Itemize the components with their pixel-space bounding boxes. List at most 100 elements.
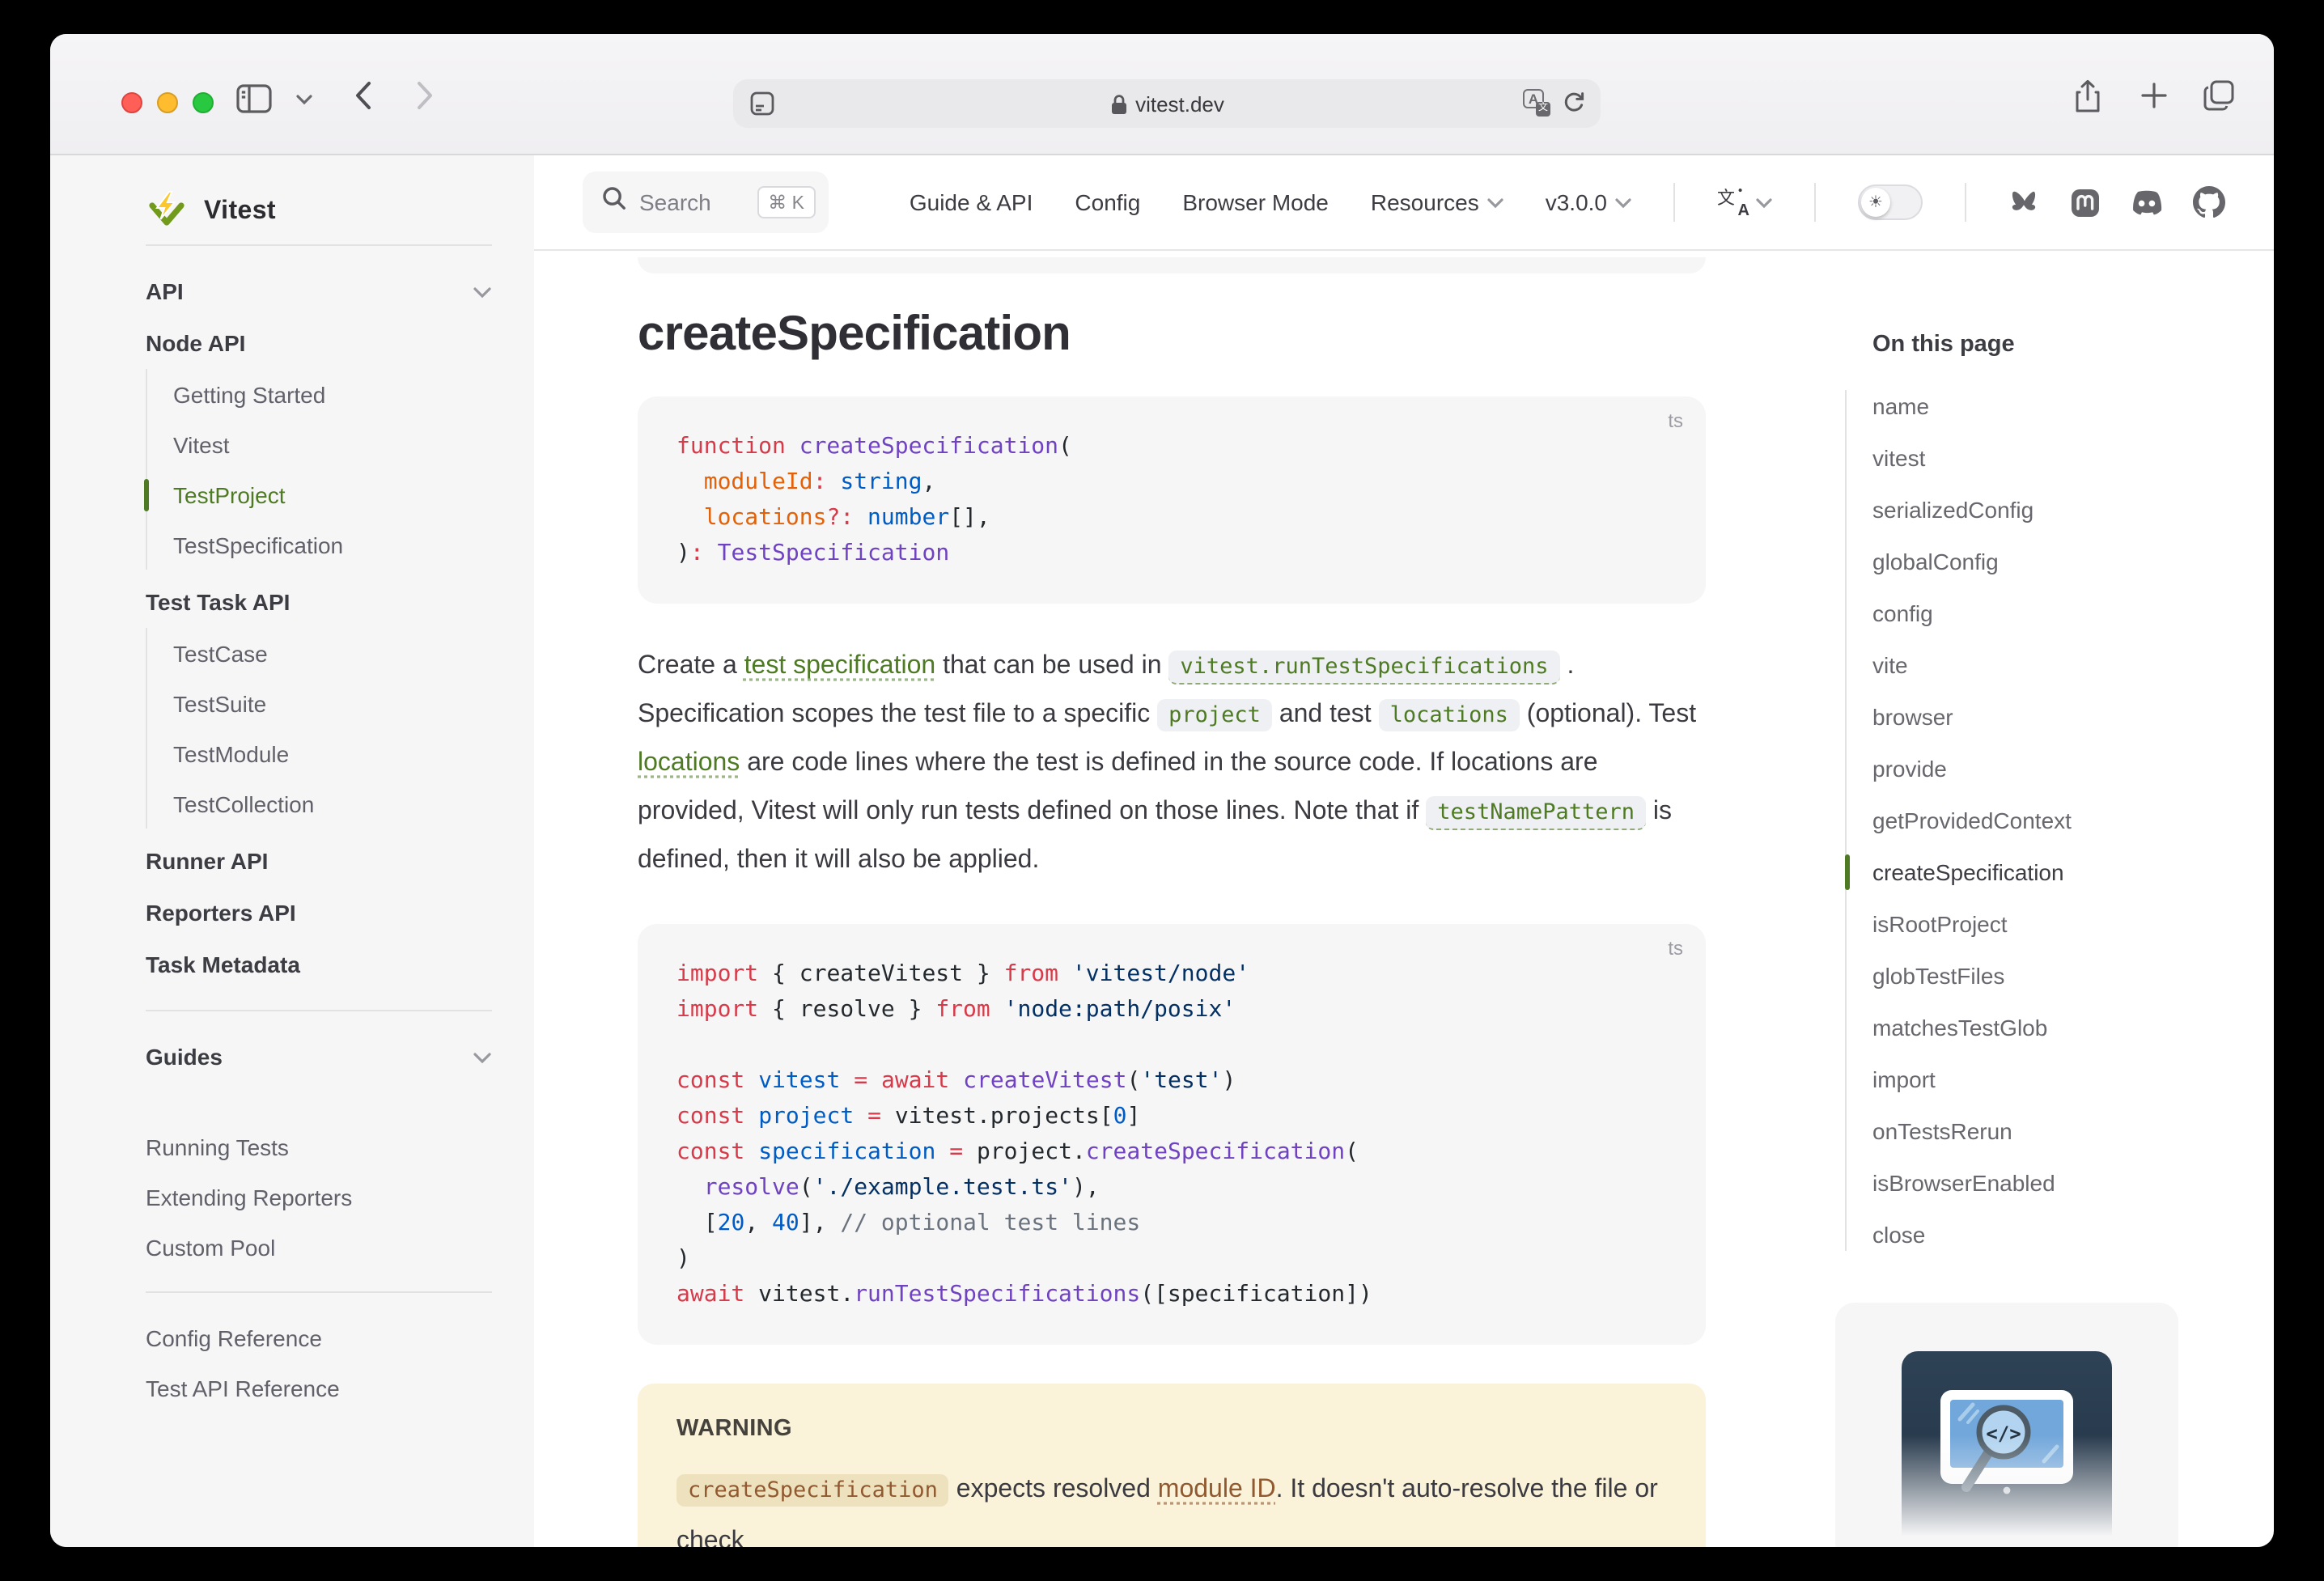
sidebar-toggle-icon[interactable]: [236, 84, 272, 113]
warning-text: createSpecification expects resolved mod…: [676, 1464, 1667, 1547]
sidebar-item-testspecification[interactable]: TestSpecification: [173, 519, 492, 570]
outline-item-serializedconfig[interactable]: serializedConfig: [1845, 484, 2274, 536]
back-icon[interactable]: [354, 81, 372, 110]
github-icon[interactable]: [2193, 186, 2225, 218]
window-controls: [121, 92, 214, 113]
sidebar-chevron-down-icon[interactable]: [296, 94, 312, 105]
minimize-window-button[interactable]: [157, 92, 178, 113]
sidebar-item-test-api-reference[interactable]: Test API Reference: [146, 1363, 492, 1413]
search-button[interactable]: Search ⌘ K: [583, 172, 829, 233]
link-locations[interactable]: locations: [638, 749, 740, 777]
link-test-name-pattern[interactable]: testNamePattern: [1426, 796, 1646, 830]
inline-code-locations: locations: [1379, 699, 1520, 731]
sidebar-item-task-metadata[interactable]: Task Metadata: [146, 939, 492, 990]
nav-browser-mode[interactable]: Browser Mode: [1182, 189, 1329, 215]
doc-content: createSpecification ts function createSp…: [638, 251, 1706, 1547]
url-text: vitest.dev: [1135, 91, 1224, 116]
screen: vitest.dev A文: [0, 0, 2324, 1581]
brand-name: Vitest: [204, 197, 276, 227]
sidebar-section-guides[interactable]: Guides: [146, 1031, 492, 1083]
outline-item-provide[interactable]: provide: [1845, 743, 2274, 795]
outline-item-config[interactable]: config: [1845, 587, 2274, 639]
nav-guide-api[interactable]: Guide & API: [910, 189, 1033, 215]
theme-toggle[interactable]: ☀: [1858, 184, 1923, 220]
sidebar-item-extending-reporters[interactable]: Extending Reporters: [146, 1172, 492, 1222]
code-lang-badge: ts: [1668, 409, 1683, 432]
warning-callout: WARNING createSpecification expects reso…: [638, 1384, 1706, 1547]
divider: [1965, 183, 1966, 222]
outline-item-vitest[interactable]: vitest: [1845, 432, 2274, 484]
nav-version[interactable]: v3.0.0: [1546, 189, 1631, 215]
code-lang-badge: ts: [1668, 937, 1683, 960]
outline-item-globtestfiles[interactable]: globTestFiles: [1845, 950, 2274, 1002]
ad-fade-overlay: [1835, 1435, 2178, 1547]
outline-item-import[interactable]: import: [1845, 1053, 2274, 1105]
mastodon-icon[interactable]: [2070, 187, 2101, 218]
sidebar-item-runner-api[interactable]: Runner API: [146, 835, 492, 887]
close-window-button[interactable]: [121, 92, 142, 113]
sidebar-item-testcollection[interactable]: TestCollection: [173, 778, 492, 829]
search-placeholder: Search: [639, 189, 744, 215]
sidebar: Vitest API Node API Getting Started Vite…: [50, 155, 534, 1547]
sidebar-section-api[interactable]: API: [146, 265, 492, 317]
bluesky-icon[interactable]: [2008, 188, 2041, 217]
warning-title: WARNING: [676, 1416, 1667, 1442]
sponsor-ad-card[interactable]: </>: [1835, 1303, 2178, 1547]
divider: [1814, 183, 1816, 222]
sidebar-item-custom-pool[interactable]: Custom Pool: [146, 1222, 492, 1272]
sidebar-item-running-tests[interactable]: Running Tests: [146, 1121, 492, 1172]
on-this-page: On this page name vitest serializedConfi…: [1796, 251, 2274, 1547]
divider: [1673, 183, 1675, 222]
sidebar-item-config-reference[interactable]: Config Reference: [146, 1312, 492, 1363]
reload-icon[interactable]: [1562, 90, 1586, 114]
sidebar-group-test-task-api[interactable]: Test Task API: [146, 576, 492, 628]
chevron-down-icon: [473, 1044, 492, 1070]
address-bar[interactable]: vitest.dev A文: [733, 79, 1601, 128]
sidebar-item-testcase[interactable]: TestCase: [173, 628, 492, 678]
lock-icon: [1109, 93, 1127, 114]
code-block-signature: ts function createSpecification( moduleI…: [638, 396, 1706, 604]
outline-item-createspecification[interactable]: createSpecification: [1845, 846, 2274, 898]
tabs-overview-icon[interactable]: [2203, 79, 2235, 112]
link-test-specification[interactable]: test specification: [744, 652, 936, 680]
chevron-down-icon: [473, 278, 492, 304]
code-block-example: ts import { createVitest } from 'vitest/…: [638, 924, 1706, 1345]
discord-icon[interactable]: [2130, 189, 2164, 216]
outline-item-isbrowserenabled[interactable]: isBrowserEnabled: [1845, 1157, 2274, 1209]
outline-item-isrootproject[interactable]: isRootProject: [1845, 898, 2274, 950]
browser-toolbar: vitest.dev A文: [50, 34, 2274, 155]
sidebar-group-node-api[interactable]: Node API: [146, 317, 492, 369]
inline-code-project: project: [1157, 699, 1272, 731]
sidebar-item-vitest[interactable]: Vitest: [173, 419, 492, 469]
outline-item-getprovidedcontext[interactable]: getProvidedContext: [1845, 795, 2274, 846]
language-menu[interactable]: 文̇A: [1717, 188, 1772, 217]
fullscreen-window-button[interactable]: [193, 92, 214, 113]
link-run-test-specifications[interactable]: vitest.runTestSpecifications: [1168, 651, 1559, 685]
outline-item-browser[interactable]: browser: [1845, 691, 2274, 743]
forward-icon[interactable]: [416, 81, 434, 110]
search-icon: [602, 186, 626, 218]
outline-item-name[interactable]: name: [1845, 380, 2274, 432]
previous-code-block-edge: [638, 257, 1706, 273]
chevron-down-icon: [1615, 197, 1631, 208]
outline-item-globalconfig[interactable]: globalConfig: [1845, 536, 2274, 587]
sidebar-item-getting-started[interactable]: Getting Started: [173, 369, 492, 419]
sidebar-item-testsuite[interactable]: TestSuite: [173, 678, 492, 728]
sidebar-item-reporters-api[interactable]: Reporters API: [146, 887, 492, 939]
outline-item-close[interactable]: close: [1845, 1209, 2274, 1261]
new-tab-icon[interactable]: [2140, 81, 2169, 110]
outline-item-ontestsrerun[interactable]: onTestsRerun: [1845, 1105, 2274, 1157]
vitest-logo[interactable]: Vitest: [146, 155, 492, 236]
sidebar-item-testproject[interactable]: TestProject: [173, 469, 492, 519]
sidebar-nav: API Node API Getting Started Vitest Test…: [146, 246, 492, 1413]
outline-item-vite[interactable]: vite: [1845, 639, 2274, 691]
sidebar-item-testmodule[interactable]: TestModule: [173, 728, 492, 778]
translate-icon[interactable]: A文: [1523, 89, 1549, 115]
outline-item-matchestestglob[interactable]: matchesTestGlob: [1845, 1002, 2274, 1053]
search-kbd: ⌘ K: [757, 186, 816, 218]
link-module-id[interactable]: module ID: [1158, 1476, 1276, 1503]
divider: [146, 1010, 492, 1011]
nav-config[interactable]: Config: [1075, 189, 1140, 215]
nav-resources[interactable]: Resources: [1371, 189, 1503, 215]
share-icon[interactable]: [2073, 79, 2102, 113]
